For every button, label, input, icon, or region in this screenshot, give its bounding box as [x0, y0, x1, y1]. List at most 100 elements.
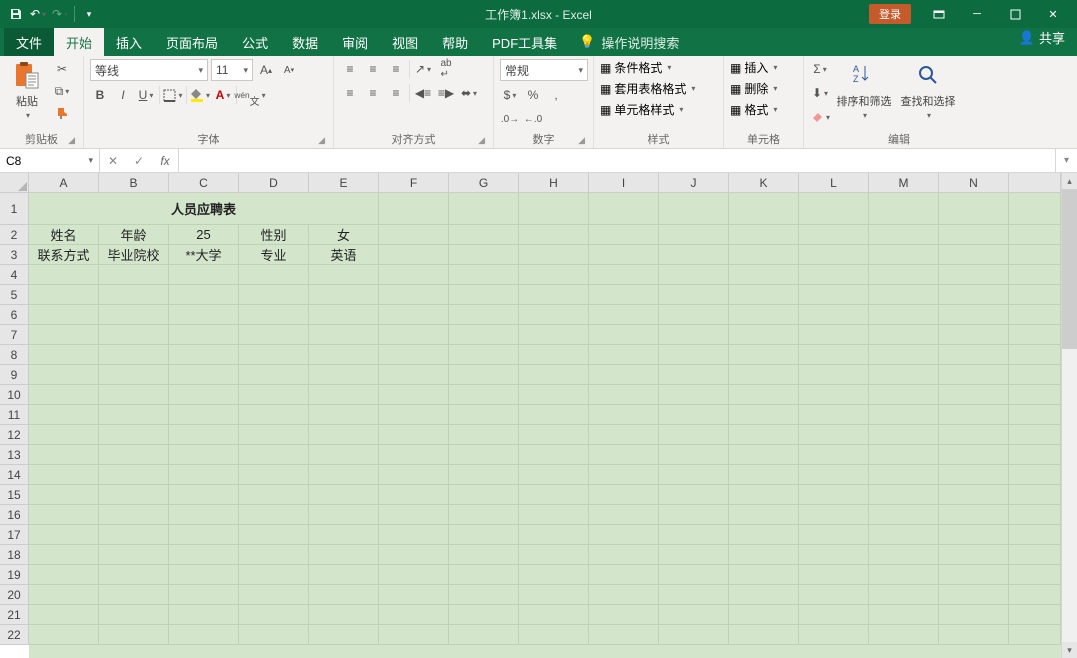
- cell-H12[interactable]: [519, 425, 589, 445]
- col-header-K[interactable]: K: [729, 173, 799, 193]
- cell-filler[interactable]: [1009, 225, 1061, 245]
- cell-J17[interactable]: [659, 525, 729, 545]
- cell-L19[interactable]: [799, 565, 869, 585]
- cell-C8[interactable]: [169, 345, 239, 365]
- minimize-icon[interactable]: ─: [959, 2, 995, 26]
- sort-filter-button[interactable]: AZ 排序和筛选▾: [834, 59, 894, 120]
- cell-filler[interactable]: [1009, 305, 1061, 325]
- increase-indent-icon[interactable]: ≡▶: [436, 83, 456, 103]
- cell-K5[interactable]: [729, 285, 799, 305]
- dialog-launcher-icon[interactable]: ◢: [578, 135, 585, 146]
- cell-H3[interactable]: [519, 245, 589, 265]
- cell-G17[interactable]: [449, 525, 519, 545]
- cell-H15[interactable]: [519, 485, 589, 505]
- enter-icon[interactable]: ✓: [126, 154, 152, 168]
- cell-J15[interactable]: [659, 485, 729, 505]
- cell-G8[interactable]: [449, 345, 519, 365]
- cell-A13[interactable]: [29, 445, 99, 465]
- cell-A20[interactable]: [29, 585, 99, 605]
- cell-M10[interactable]: [869, 385, 939, 405]
- cell-A4[interactable]: [29, 265, 99, 285]
- cell-D4[interactable]: [239, 265, 309, 285]
- cell-E2[interactable]: 女: [309, 225, 379, 245]
- expand-formula-icon[interactable]: ▾: [1055, 149, 1077, 172]
- cell-K20[interactable]: [729, 585, 799, 605]
- cell-filler[interactable]: [1009, 525, 1061, 545]
- cell-I22[interactable]: [589, 625, 659, 645]
- tab-help[interactable]: 帮助: [430, 28, 480, 56]
- cell-G2[interactable]: [449, 225, 519, 245]
- conditional-format-button[interactable]: ▦条件格式▾: [600, 59, 671, 76]
- cell-I16[interactable]: [589, 505, 659, 525]
- cell-B13[interactable]: [99, 445, 169, 465]
- row-header-14[interactable]: 14: [0, 465, 29, 485]
- cell-M9[interactable]: [869, 365, 939, 385]
- row-header-3[interactable]: 3: [0, 245, 29, 265]
- cell-G19[interactable]: [449, 565, 519, 585]
- cell-L5[interactable]: [799, 285, 869, 305]
- cell-L4[interactable]: [799, 265, 869, 285]
- cell-styles-button[interactable]: ▦单元格样式▾: [600, 101, 683, 118]
- row-header-10[interactable]: 10: [0, 385, 29, 405]
- cell-G5[interactable]: [449, 285, 519, 305]
- cell-D5[interactable]: [239, 285, 309, 305]
- vertical-scrollbar[interactable]: ▴ ▾: [1061, 173, 1077, 658]
- cell-filler[interactable]: [1009, 265, 1061, 285]
- cell-L6[interactable]: [799, 305, 869, 325]
- cell-I1[interactable]: [589, 193, 659, 225]
- tell-me[interactable]: 💡 操作说明搜索: [569, 28, 689, 56]
- format-table-button[interactable]: ▦套用表格格式▾: [600, 80, 695, 97]
- cancel-icon[interactable]: ✕: [100, 154, 126, 168]
- cell-E9[interactable]: [309, 365, 379, 385]
- cell-C21[interactable]: [169, 605, 239, 625]
- cell-I8[interactable]: [589, 345, 659, 365]
- cell-B17[interactable]: [99, 525, 169, 545]
- cell-N7[interactable]: [939, 325, 1009, 345]
- cell-C12[interactable]: [169, 425, 239, 445]
- cell-E6[interactable]: [309, 305, 379, 325]
- tab-review[interactable]: 审阅: [330, 28, 380, 56]
- cell-N2[interactable]: [939, 225, 1009, 245]
- cell-B21[interactable]: [99, 605, 169, 625]
- cell-K11[interactable]: [729, 405, 799, 425]
- cell-C19[interactable]: [169, 565, 239, 585]
- cell-I2[interactable]: [589, 225, 659, 245]
- cell-C17[interactable]: [169, 525, 239, 545]
- cell-D2[interactable]: 性别: [239, 225, 309, 245]
- cell-K13[interactable]: [729, 445, 799, 465]
- cell-K8[interactable]: [729, 345, 799, 365]
- cell-L13[interactable]: [799, 445, 869, 465]
- cell-N4[interactable]: [939, 265, 1009, 285]
- cell-L8[interactable]: [799, 345, 869, 365]
- cell-K2[interactable]: [729, 225, 799, 245]
- cell-L10[interactable]: [799, 385, 869, 405]
- cell-H14[interactable]: [519, 465, 589, 485]
- cell-N15[interactable]: [939, 485, 1009, 505]
- cell-J16[interactable]: [659, 505, 729, 525]
- cell-C18[interactable]: [169, 545, 239, 565]
- cell-L17[interactable]: [799, 525, 869, 545]
- align-right-icon[interactable]: ≡: [386, 83, 406, 103]
- fill-color-icon[interactable]: ▾: [190, 85, 210, 105]
- wrap-text-icon[interactable]: ab↵: [436, 59, 456, 79]
- col-header-L[interactable]: L: [799, 173, 869, 193]
- cell-C11[interactable]: [169, 405, 239, 425]
- cell-G18[interactable]: [449, 545, 519, 565]
- cell-M12[interactable]: [869, 425, 939, 445]
- cell-E22[interactable]: [309, 625, 379, 645]
- cell-D13[interactable]: [239, 445, 309, 465]
- row-header-4[interactable]: 4: [0, 265, 29, 285]
- row-header-2[interactable]: 2: [0, 225, 29, 245]
- format-cells-button[interactable]: ▦格式▾: [730, 101, 777, 118]
- cell-M1[interactable]: [869, 193, 939, 225]
- cell-C4[interactable]: [169, 265, 239, 285]
- insert-cells-button[interactable]: ▦插入▾: [730, 59, 777, 76]
- cell-N18[interactable]: [939, 545, 1009, 565]
- cell-A19[interactable]: [29, 565, 99, 585]
- col-header-N[interactable]: N: [939, 173, 1009, 193]
- cell-K18[interactable]: [729, 545, 799, 565]
- cell-H2[interactable]: [519, 225, 589, 245]
- cell-D18[interactable]: [239, 545, 309, 565]
- cell-D9[interactable]: [239, 365, 309, 385]
- cell-K22[interactable]: [729, 625, 799, 645]
